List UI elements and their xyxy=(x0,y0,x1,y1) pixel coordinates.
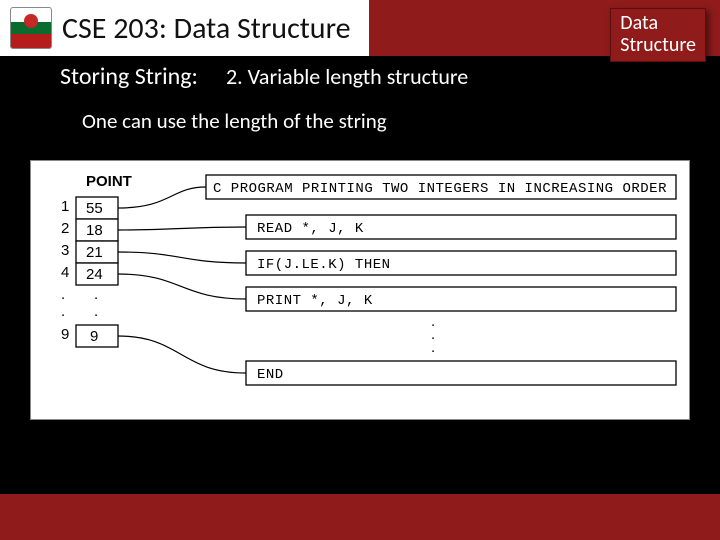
connector-line xyxy=(118,227,246,230)
body-text: One can use the length of the string xyxy=(82,108,387,134)
course-title: CSE 203: Data Structure xyxy=(62,10,351,47)
row-idx: . xyxy=(61,303,65,320)
connector-line xyxy=(118,252,246,263)
row-idx: 4 xyxy=(61,264,69,281)
code-line: IF(J.LE.K) THEN xyxy=(257,257,391,273)
row-idx: 1 xyxy=(61,198,69,215)
row-val: 55 xyxy=(86,200,103,217)
title-chip: CSE 203: Data Structure xyxy=(0,0,369,56)
point-column: 1 55 2 18 3 21 4 24 . . . . 9 9 xyxy=(61,197,118,347)
code-header: C PROGRAM PRINTING TWO INTEGERS IN INCRE… xyxy=(213,181,667,197)
badge-line1: Data xyxy=(620,12,696,34)
row-idx: 2 xyxy=(61,220,69,237)
diagram: POINT 1 55 2 18 3 21 4 24 . . . . 9 xyxy=(30,160,690,420)
row-val: 24 xyxy=(86,266,103,283)
connector-line xyxy=(118,274,246,299)
row-idx: 3 xyxy=(61,242,69,259)
row-idx: 9 xyxy=(61,326,69,343)
row-val: 18 xyxy=(86,222,103,239)
ellipsis-icon: . xyxy=(431,339,435,356)
footer-bar xyxy=(0,494,720,540)
code-line: PRINT *, J, K xyxy=(257,293,373,309)
university-logo-icon xyxy=(10,7,52,49)
connector-line xyxy=(118,336,246,373)
code-line-box xyxy=(246,361,676,385)
row-val: 9 xyxy=(90,328,98,345)
topic-badge: Data Structure xyxy=(610,8,706,62)
code-line: END xyxy=(257,367,284,383)
row-idx: . xyxy=(61,286,65,303)
row-val: 21 xyxy=(86,244,103,261)
code-line: READ *, J, K xyxy=(257,221,364,237)
point-label: POINT xyxy=(86,173,132,190)
subhead-left: Storing String: xyxy=(60,62,198,91)
connector-line xyxy=(118,187,206,208)
subheading: Storing String: 2. Variable length struc… xyxy=(60,62,700,91)
badge-line2: Structure xyxy=(620,34,696,56)
row-val: . xyxy=(94,303,98,320)
subhead-right: 2. Variable length structure xyxy=(226,63,468,90)
row-val: . xyxy=(94,286,98,303)
